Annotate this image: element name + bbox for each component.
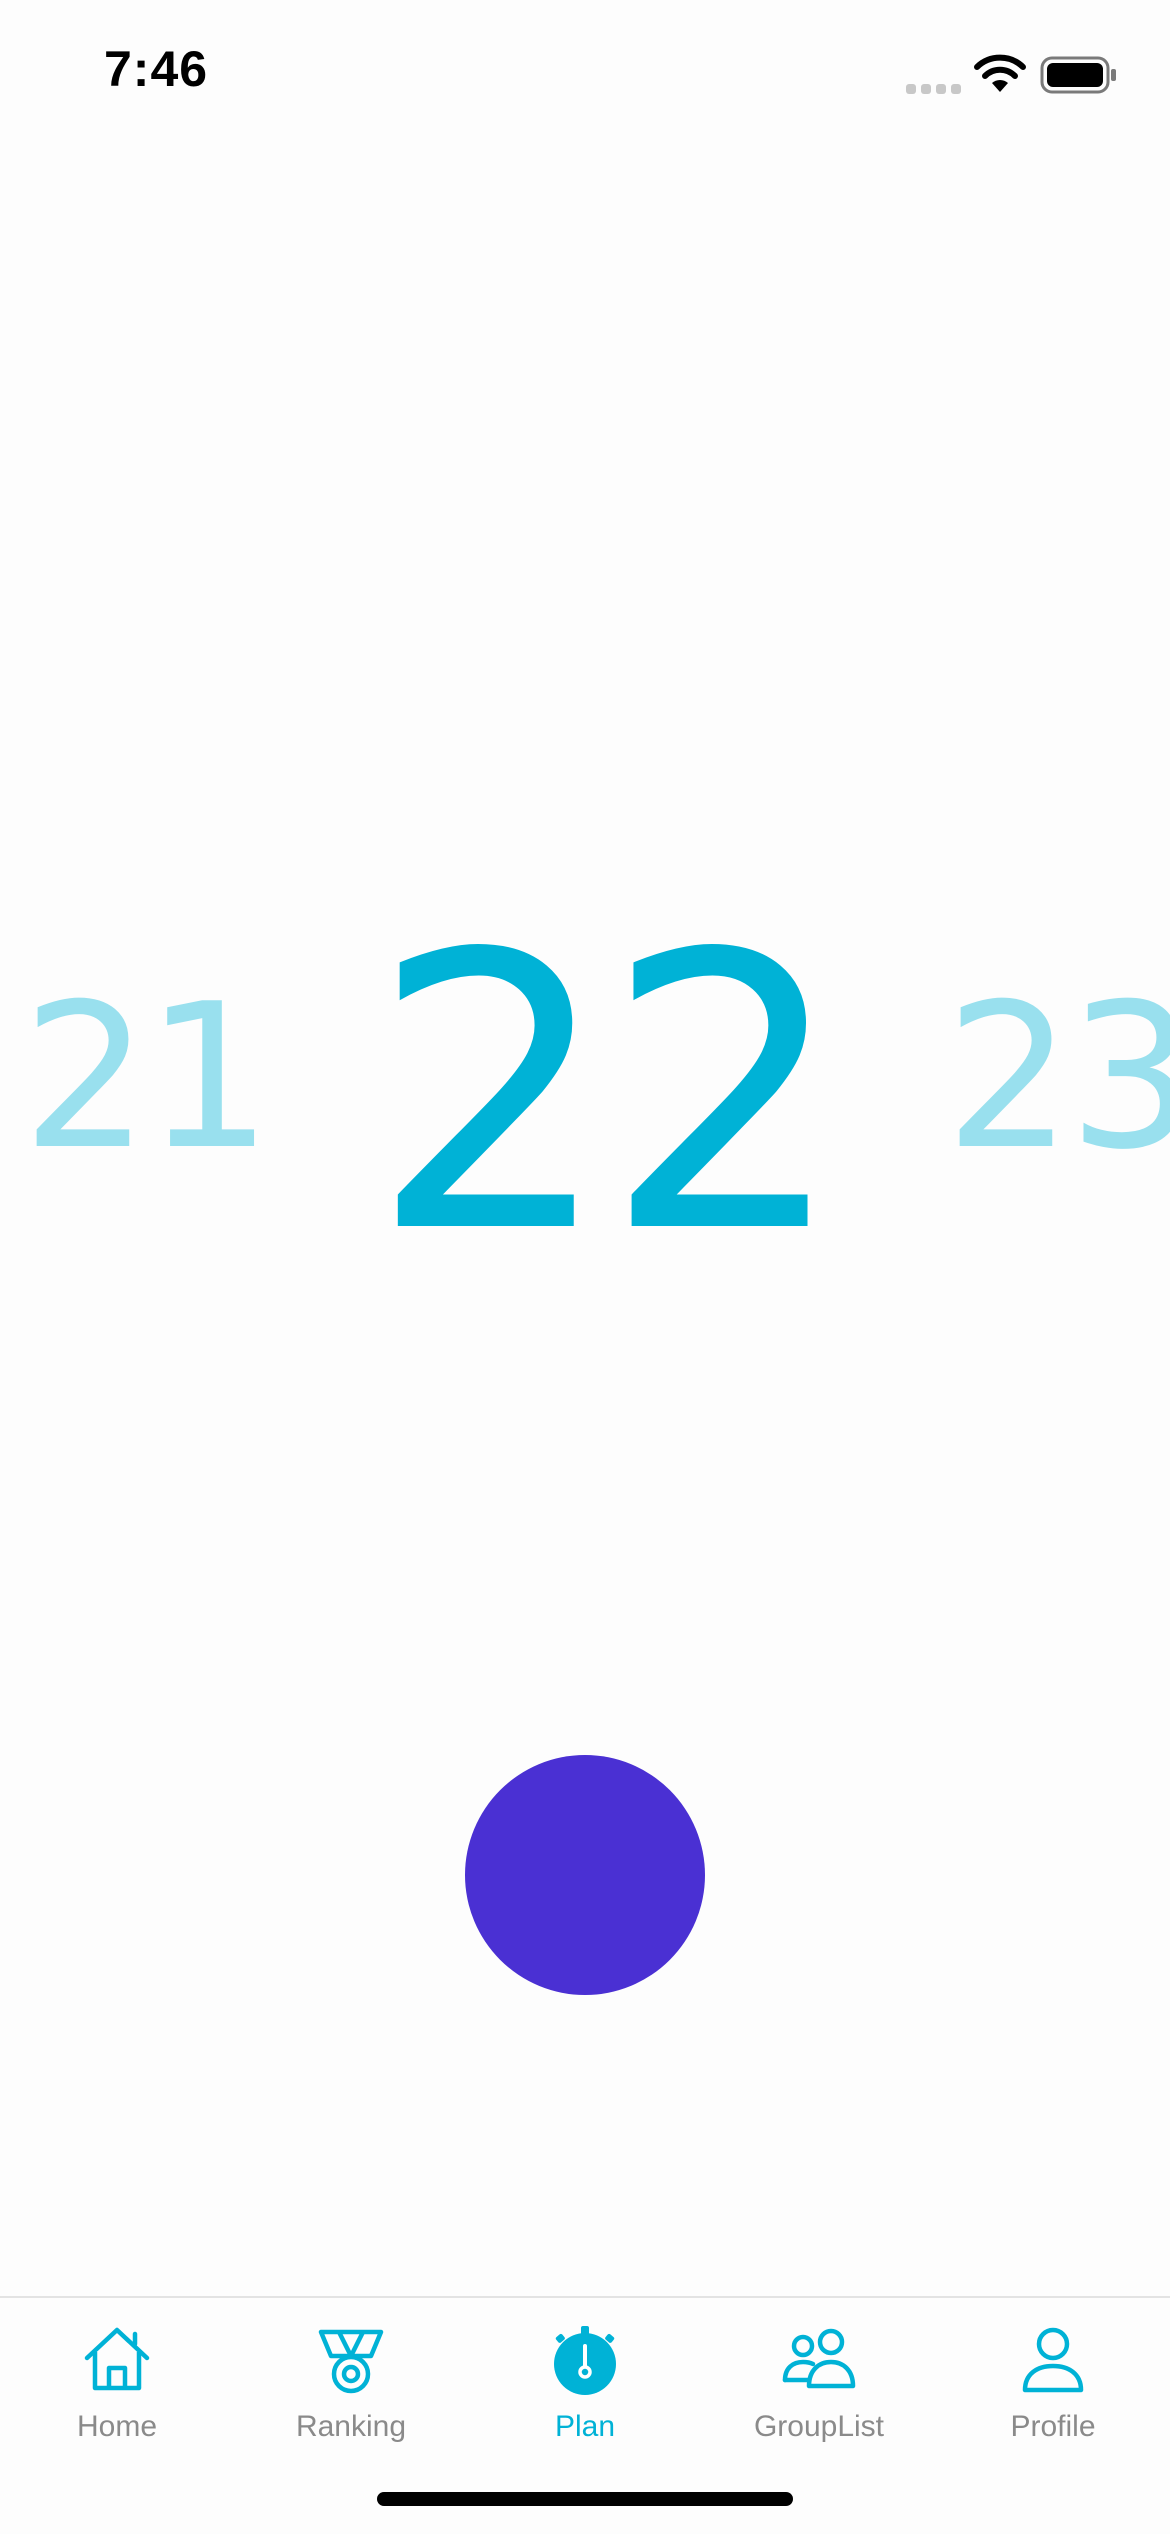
tab-label: Profile — [1010, 2410, 1096, 2443]
home-indicator — [377, 2492, 793, 2506]
tab-ranking[interactable]: Ranking — [234, 2298, 468, 2458]
picker-previous-value[interactable]: 21 — [22, 978, 272, 1178]
tab-grouplist[interactable]: GroupList — [702, 2298, 936, 2458]
status-time: 7:46 — [104, 41, 209, 97]
tab-profile[interactable]: Profile — [936, 2298, 1170, 2458]
battery-icon — [1040, 56, 1116, 94]
tab-label: Home — [76, 2410, 158, 2443]
tab-label: GroupList — [753, 2410, 885, 2443]
tab-home[interactable]: Home — [0, 2298, 234, 2458]
stopwatch-icon — [554, 2326, 616, 2395]
cellular-signal-icon — [906, 84, 961, 94]
group-icon — [782, 2328, 856, 2389]
status-bar: 7:46 — [0, 0, 1170, 150]
person-icon — [1022, 2327, 1084, 2393]
medal-icon — [318, 2329, 384, 2394]
wifi-icon — [974, 54, 1026, 92]
picker-next-value[interactable]: 23 — [945, 978, 1170, 1178]
tab-label: Ranking — [295, 2410, 407, 2443]
tab-plan[interactable]: Plan — [468, 2298, 702, 2458]
tab-label: Plan — [554, 2410, 616, 2443]
home-icon — [84, 2327, 150, 2391]
picker-current-value[interactable]: 22 — [370, 905, 846, 1285]
start-button[interactable] — [465, 1755, 705, 1995]
